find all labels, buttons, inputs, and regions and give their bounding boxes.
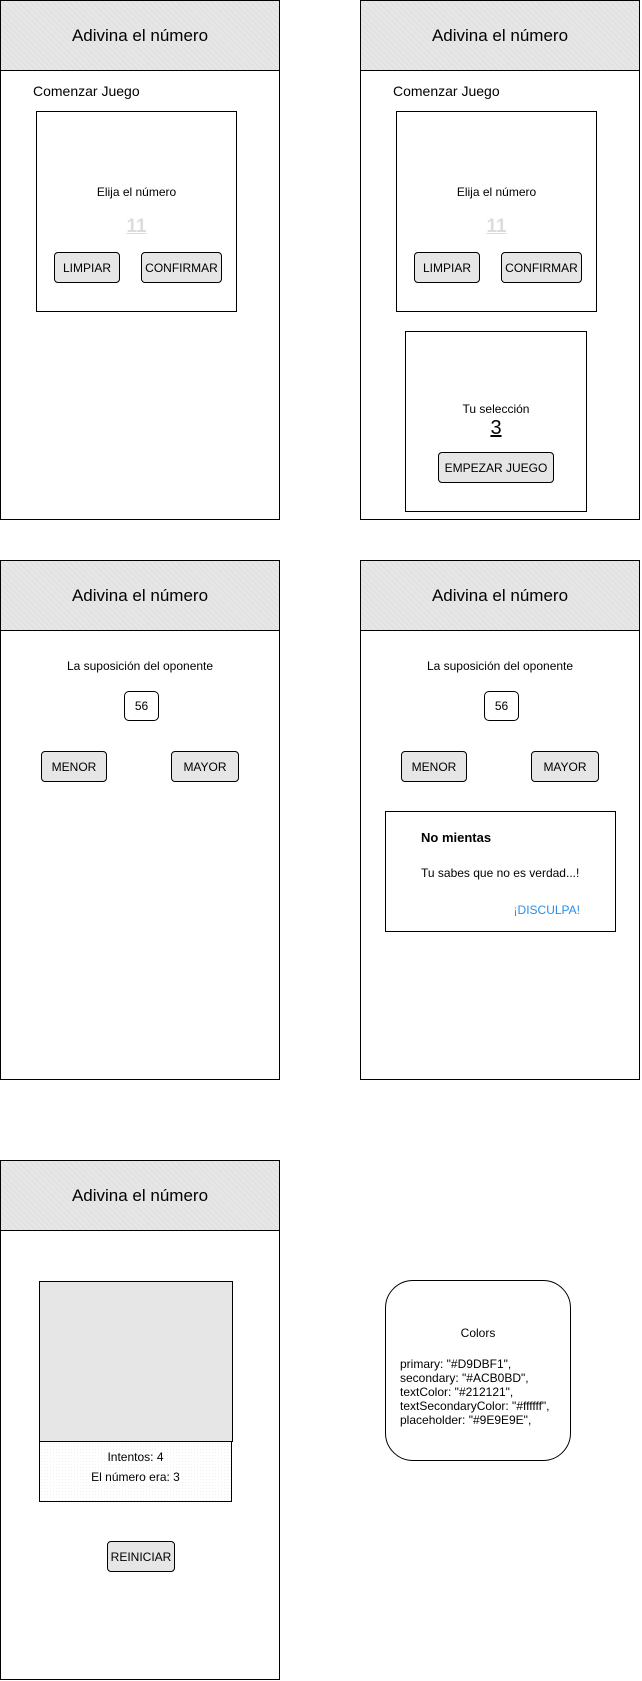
color-secondary: secondary: "#ACB0BD", [400,1371,529,1385]
app-title: Adivina el número [71,585,209,605]
start-heading: Comenzar Juego [393,83,500,99]
opponent-guess-box: 56 [124,691,159,721]
start-game-button[interactable]: EMPEZAR JUEGO [438,452,554,483]
higher-button[interactable]: MAYOR [171,751,239,782]
lower-button[interactable]: MENOR [401,751,467,782]
app-title: Adivina el número [71,1185,209,1205]
screen-game-over: Adivina el número Intentos: 4 El número … [0,1160,280,1680]
lower-button[interactable]: MENOR [41,751,107,782]
restart-button[interactable]: REINICIAR [107,1541,175,1572]
choose-number-label: Elija el número [456,185,537,199]
game-over-image [39,1281,233,1442]
color-text-secondary: textSecondaryColor: "#ffffff", [400,1399,550,1413]
higher-button[interactable]: MAYOR [531,751,599,782]
opponent-guess-label: La suposición del oponente [66,659,214,673]
colors-title: Colors [460,1326,496,1340]
game-over-summary: Intentos: 4 El número era: 3 [39,1441,232,1502]
color-text: textColor: "#212121", [400,1385,514,1399]
attempts-text: Intentos: 4 [107,1450,164,1464]
color-primary: primary: "#D9DBF1", [400,1357,512,1371]
opponent-guess-label: La suposición del oponente [426,659,574,673]
app-title: Adivina el número [71,25,209,45]
opponent-guess-box: 56 [484,691,519,721]
clear-button[interactable]: LIMPIAR [414,252,480,283]
number-was-text: El número era: 3 [91,1470,180,1484]
app-title: Adivina el número [431,585,569,605]
app-header: Adivina el número [1,1161,279,1231]
start-heading: Comenzar Juego [33,83,140,99]
app-header: Adivina el número [1,1,279,71]
colors-list: primary: "#D9DBF1", secondary: "#ACB0BD"… [400,1357,550,1427]
selection-label: Tu selección [462,402,530,416]
number-input[interactable]: 11 [397,216,596,238]
alert-dialog: No mientas Tu sabes que no es verdad...!… [385,811,616,932]
choose-number-label: Elija el número [96,185,177,199]
number-input-card: Elija el número 11 LIMPIAR CONFIRMAR [36,111,237,312]
screen-start-game-selected: Adivina el número Comenzar Juego Elija e… [360,0,640,520]
app-title: Adivina el número [431,25,569,45]
app-header: Adivina el número [361,1,639,71]
alert-title: No mientas [421,830,492,845]
number-input[interactable]: 11 [37,216,236,238]
color-placeholder: placeholder: "#9E9E9E", [400,1413,532,1427]
alert-message: Tu sabes que no es verdad...! [421,866,580,880]
app-header: Adivina el número [1,561,279,631]
app-header: Adivina el número [361,561,639,631]
screen-game: Adivina el número La suposición del opon… [0,560,280,1080]
confirm-button[interactable]: CONFIRMAR [141,252,222,283]
selected-number: 3 [490,417,502,439]
confirm-button[interactable]: CONFIRMAR [501,252,582,283]
screen-game-alert: Adivina el número La suposición del opon… [360,560,640,1080]
number-input-card: Elija el número 11 LIMPIAR CONFIRMAR [396,111,597,312]
selection-card: Tu selección 3 EMPEZAR JUEGO [405,331,587,512]
colors-note: Colors primary: "#D9DBF1", secondary: "#… [385,1280,571,1461]
screen-start-game: Adivina el número Comenzar Juego Elija e… [0,0,280,520]
alert-sorry-button[interactable]: ¡DISCULPA! [514,903,580,917]
clear-button[interactable]: LIMPIAR [54,252,120,283]
